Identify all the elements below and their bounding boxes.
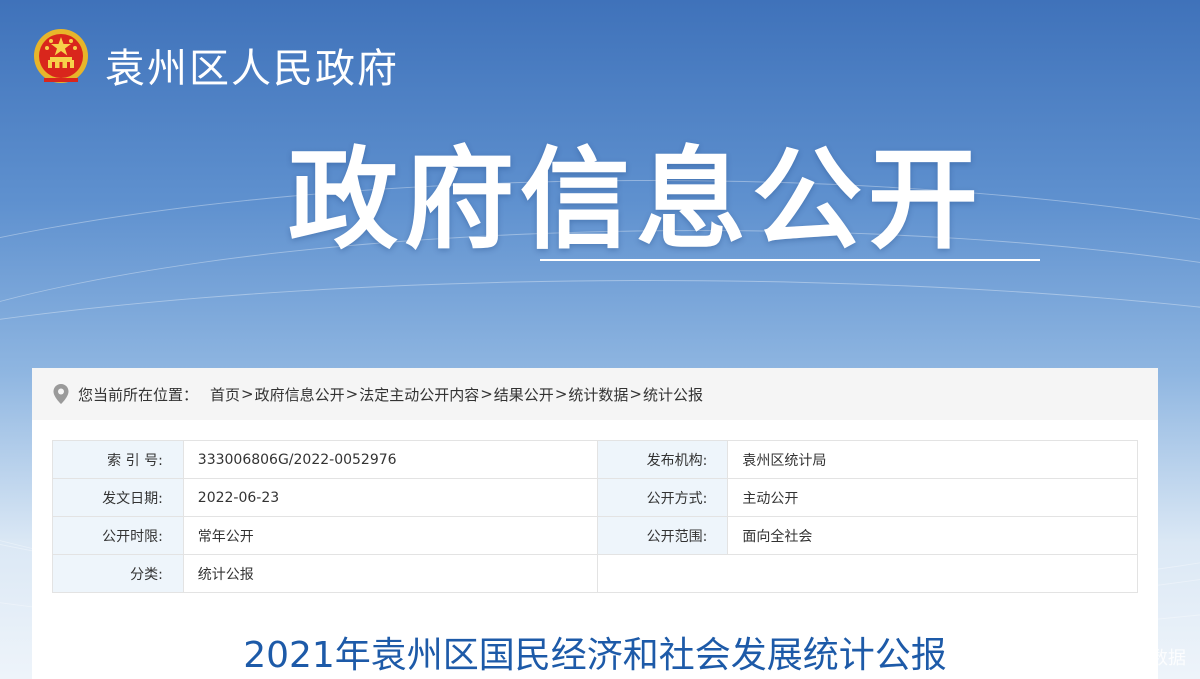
breadcrumb-separator: > — [345, 385, 359, 403]
breadcrumb-gov-info[interactable]: 政府信息公开 — [255, 384, 345, 405]
table-row: 公开时限: 常年公开 公开范围: 面向全社会 — [52, 516, 1138, 555]
meta-value: 主动公开 — [727, 478, 1138, 517]
breadcrumb-stats-bulletin[interactable]: 统计公报 — [643, 384, 703, 405]
breadcrumb-stats-data[interactable]: 统计数据 — [568, 384, 628, 405]
hero-title: 政府信息公开 — [288, 136, 984, 264]
meta-label: 发布机构: — [596, 440, 729, 479]
table-row: 索 引 号: 333006806G/2022-0052976 发布机构: 袁州区… — [52, 440, 1138, 479]
table-row: 分类: 统计公报 — [52, 554, 1139, 593]
breadcrumb-home[interactable]: 首页 — [210, 384, 240, 405]
meta-label: 公开范围: — [596, 516, 729, 555]
breadcrumb-separator: > — [629, 385, 642, 403]
content-panel: 您当前所在位置： 首页 > 政府信息公开 > 法定主动公开内容 > 结果公开 >… — [32, 368, 1158, 679]
meta-value: 333006806G/2022-0052976 — [182, 440, 598, 479]
document-title: 2021年袁州区国民经济和社会发展统计公报 — [243, 635, 947, 676]
hero-underline — [540, 259, 1040, 261]
national-emblem-icon[interactable] — [30, 27, 92, 89]
meta-label: 索 引 号: — [52, 440, 184, 479]
site-name[interactable]: 袁州区人民政府 — [105, 36, 399, 94]
meta-label: 发文日期: — [52, 478, 184, 517]
document-meta-table: 索 引 号: 333006806G/2022-0052976 发布机构: 袁州区… — [52, 440, 1139, 593]
breadcrumb-separator: > — [554, 385, 568, 403]
corner-watermark-text: 数据 — [1150, 648, 1186, 669]
meta-value: 2022-06-23 — [182, 478, 598, 517]
breadcrumb-statutory[interactable]: 法定主动公开内容 — [359, 384, 479, 405]
meta-value: 常年公开 — [182, 516, 598, 555]
meta-value: 统计公报 — [182, 554, 598, 593]
breadcrumb-separator: > — [241, 385, 254, 403]
breadcrumb: 您当前所在位置： 首页 > 政府信息公开 > 法定主动公开内容 > 结果公开 >… — [32, 368, 1158, 420]
location-pin-icon — [53, 384, 69, 404]
meta-label: 分类: — [52, 554, 184, 593]
meta-empty-cell — [596, 554, 1139, 593]
meta-value: 袁州区统计局 — [727, 440, 1138, 479]
meta-label: 公开时限: — [52, 516, 184, 555]
breadcrumb-separator: > — [480, 385, 493, 403]
meta-label: 公开方式: — [596, 478, 729, 517]
table-row: 发文日期: 2022-06-23 公开方式: 主动公开 — [52, 478, 1138, 517]
breadcrumb-results[interactable]: 结果公开 — [494, 384, 554, 405]
meta-value: 面向全社会 — [727, 516, 1138, 555]
breadcrumb-prefix: 您当前所在位置： — [78, 385, 199, 404]
